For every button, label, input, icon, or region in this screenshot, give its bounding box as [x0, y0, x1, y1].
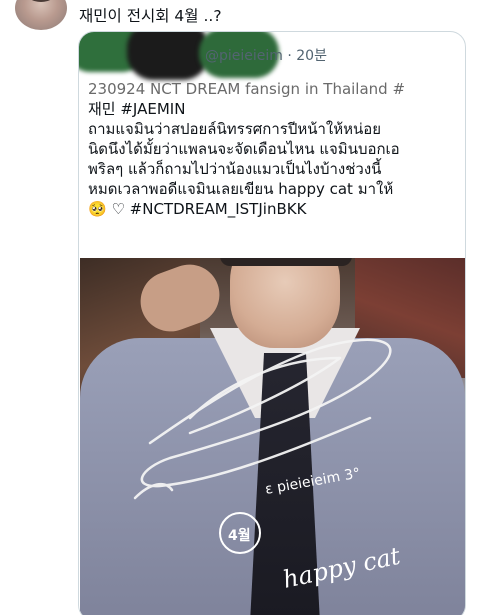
quote-photo[interactable]: 4월 ε pieieieim 3° happy cat [80, 258, 465, 615]
signature-overlay: 4월 ε pieieieim 3° happy cat [133, 338, 403, 594]
redaction-mark [127, 32, 209, 80]
quote-body-rest: 재민 #JAEMIN ถามแจมินว่าสปอยล์นิทรรศการปีห… [88, 100, 400, 218]
quote-handle-time[interactable]: @pieieieim · 20분 [205, 45, 327, 65]
quote-body: 230924 NCT DREAM fansign in Thailand # 재… [88, 79, 462, 219]
quote-card[interactable]: @pieieieim · 20분 230924 NCT DREAM fansig… [78, 31, 466, 615]
quote-header: @pieieieim · 20분 [79, 32, 465, 80]
signature-handle-text: ε pieieieim 3° [264, 465, 362, 497]
post-avatar[interactable] [15, 0, 67, 30]
post-text: 재민이 전시회 4월 ..? [79, 7, 222, 25]
signature-date-text: 4월 [228, 527, 251, 544]
quote-body-first-line: 230924 NCT DREAM fansign in Thailand # [88, 80, 406, 98]
signature-message-text: happy cat [280, 542, 403, 594]
